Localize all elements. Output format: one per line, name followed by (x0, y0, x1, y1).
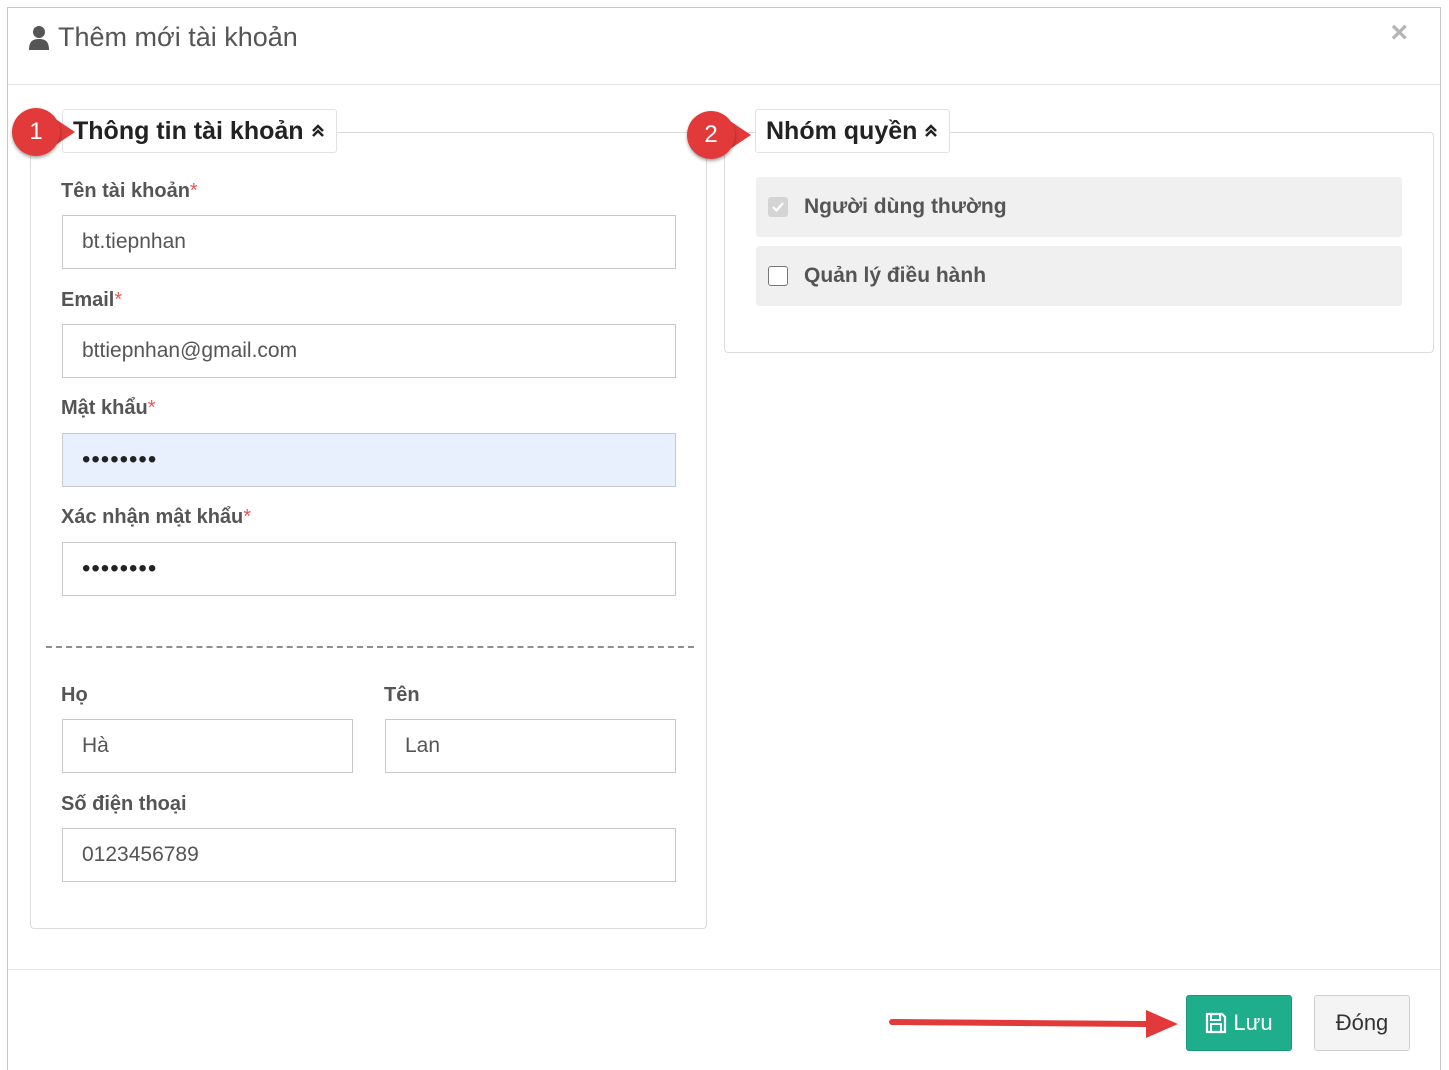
email-input[interactable] (62, 324, 676, 378)
dialog-header: Thêm mới tài khoản × (8, 8, 1440, 85)
permission-group-legend-text: Nhóm quyền (766, 117, 918, 145)
badge-number-1: 1 (12, 108, 60, 156)
account-info-legend-text: Thông tin tài khoản (73, 117, 304, 145)
permission-group-panel (724, 132, 1434, 353)
password-label: Mật khẩu* (61, 397, 156, 419)
password-input[interactable] (62, 433, 676, 487)
first-name-label: Tên (384, 684, 420, 706)
account-info-legend[interactable]: Thông tin tài khoản (62, 109, 337, 153)
permission-item-manager[interactable]: Quản lý điều hành (756, 246, 1402, 306)
email-label: Email* (61, 289, 123, 311)
confirm-password-label: Xác nhận mật khẩu* (61, 506, 252, 528)
checkbox-regular-user[interactable] (768, 197, 788, 217)
close-button-label: Đóng (1335, 1010, 1389, 1035)
annotation-badge-2: 2 (687, 111, 759, 161)
annotation-badge-1: 1 (11, 108, 83, 158)
footer-divider (8, 969, 1440, 970)
permission-label-manager: Quản lý điều hành (804, 264, 987, 287)
dialog-title-text: Thêm mới tài khoản (58, 22, 298, 52)
permission-item-regular-user[interactable]: Người dùng thường (756, 177, 1402, 237)
phone-input[interactable] (62, 828, 676, 882)
close-button[interactable]: Đóng (1314, 995, 1410, 1051)
close-icon[interactable]: × (1390, 18, 1408, 48)
add-account-dialog: Thêm mới tài khoản × Thông tin tài khoản… (7, 7, 1441, 1070)
phone-label: Số điện thoại (61, 793, 187, 815)
floppy-disk-icon (1206, 1012, 1227, 1034)
section-divider (46, 646, 694, 648)
chevron-up-icon (925, 124, 938, 137)
save-button[interactable]: Lưu (1186, 995, 1292, 1051)
user-icon (29, 25, 49, 50)
save-button-label: Lưu (1233, 1010, 1273, 1035)
last-name-input[interactable] (62, 719, 353, 773)
checkbox-manager[interactable] (768, 266, 788, 286)
annotation-arrow (889, 1010, 1178, 1038)
check-icon (772, 202, 784, 213)
username-label: Tên tài khoản* (61, 180, 198, 202)
badge-number-2: 2 (687, 111, 735, 159)
permission-group-legend[interactable]: Nhóm quyền (755, 109, 951, 153)
dialog-title: Thêm mới tài khoản (28, 22, 298, 53)
chevron-up-icon (311, 124, 324, 137)
username-input[interactable] (62, 215, 676, 269)
first-name-input[interactable] (385, 719, 676, 773)
permission-label-regular-user: Người dùng thường (804, 195, 1007, 218)
confirm-password-input[interactable] (62, 542, 676, 596)
last-name-label: Họ (61, 684, 88, 706)
